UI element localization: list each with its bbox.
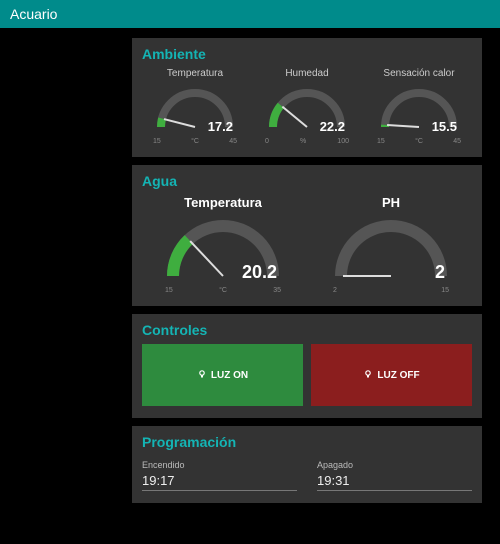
panel-title-programacion: Programación xyxy=(142,434,472,450)
panel-title-agua: Agua xyxy=(142,173,472,189)
gauge-ticks: 15 °C 45 xyxy=(375,138,463,145)
gauge-ticks: 0 % 100 xyxy=(263,138,351,145)
gauge-label: Sensación calor xyxy=(383,68,454,79)
panel-controles: Controles LUZ ON LUZ OFF xyxy=(132,314,482,418)
field-apagado: Apagado xyxy=(317,460,472,491)
gauge-ticks: 15 °C 35 xyxy=(163,287,283,294)
gauge-ticks: 2 15 xyxy=(331,287,451,294)
panel-ambiente: Ambiente Temperatura 17.2 15 °C 45 Humed… xyxy=(132,38,482,157)
gauge-arc-icon xyxy=(331,216,451,280)
gauge-ticks: 15 °C 45 xyxy=(151,138,239,145)
panel-title-controles: Controles xyxy=(142,322,472,338)
field-label: Apagado xyxy=(317,460,472,470)
field-label: Encendido xyxy=(142,460,297,470)
gauge-value: 2 xyxy=(435,262,445,283)
gauge-agua-ph: PH 2 2 15 xyxy=(310,195,472,294)
panel-programacion: Programación Encendido Apagado xyxy=(132,426,482,503)
bulb-icon xyxy=(197,369,207,382)
luz-off-button[interactable]: LUZ OFF xyxy=(311,344,472,406)
gauge-value: 15.5 xyxy=(432,119,457,134)
gauge-label: Humedad xyxy=(285,68,328,79)
bulb-icon xyxy=(363,369,373,382)
page-title: Acuario xyxy=(10,6,57,22)
gauge-label: Temperatura xyxy=(167,68,223,79)
gauge-ambiente-hum: Humedad 22.2 0 % 100 xyxy=(254,68,360,145)
titlebar: Acuario xyxy=(0,0,500,28)
luz-on-button[interactable]: LUZ ON xyxy=(142,344,303,406)
apagado-input[interactable] xyxy=(317,473,472,491)
gauge-value: 20.2 xyxy=(242,262,277,283)
gauge-value: 17.2 xyxy=(208,119,233,134)
gauge-ambiente-feel: Sensación calor 15.5 15 °C 45 xyxy=(366,68,472,145)
field-encendido: Encendido xyxy=(142,460,297,491)
gauge-label: PH xyxy=(382,195,400,210)
panel-agua: Agua Temperatura 20.2 15 °C 35 PH 2 xyxy=(132,165,482,306)
panel-title-ambiente: Ambiente xyxy=(142,46,472,62)
gauge-label: Temperatura xyxy=(184,195,262,210)
gauge-ambiente-temp: Temperatura 17.2 15 °C 45 xyxy=(142,68,248,145)
gauge-value: 22.2 xyxy=(320,119,345,134)
encendido-input[interactable] xyxy=(142,473,297,491)
button-label: LUZ OFF xyxy=(377,370,419,381)
button-label: LUZ ON xyxy=(211,370,248,381)
gauge-agua-temp: Temperatura 20.2 15 °C 35 xyxy=(142,195,304,294)
